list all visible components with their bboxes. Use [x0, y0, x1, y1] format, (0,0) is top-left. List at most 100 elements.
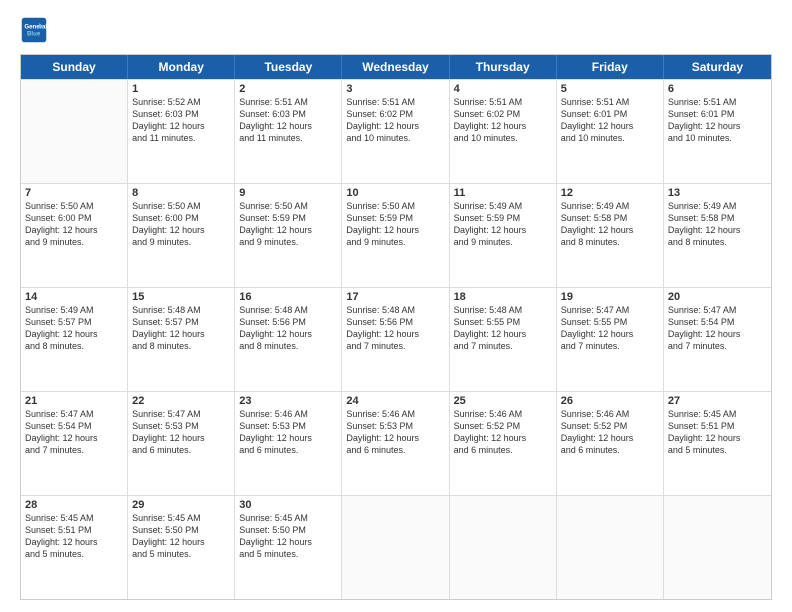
cell-info: Sunrise: 5:45 AM Sunset: 5:51 PM Dayligh…	[668, 408, 767, 457]
cell-info: Sunrise: 5:51 AM Sunset: 6:03 PM Dayligh…	[239, 96, 337, 145]
day-number: 12	[561, 187, 659, 199]
cell-info: Sunrise: 5:45 AM Sunset: 5:50 PM Dayligh…	[239, 512, 337, 561]
cal-cell-4-0: 28Sunrise: 5:45 AM Sunset: 5:51 PM Dayli…	[21, 496, 128, 599]
day-number: 11	[454, 187, 552, 199]
cell-info: Sunrise: 5:51 AM Sunset: 6:01 PM Dayligh…	[561, 96, 659, 145]
cal-cell-3-2: 23Sunrise: 5:46 AM Sunset: 5:53 PM Dayli…	[235, 392, 342, 495]
day-number: 26	[561, 395, 659, 407]
cal-cell-4-2: 30Sunrise: 5:45 AM Sunset: 5:50 PM Dayli…	[235, 496, 342, 599]
day-number: 7	[25, 187, 123, 199]
header-day-monday: Monday	[128, 55, 235, 79]
day-number: 18	[454, 291, 552, 303]
cal-cell-4-3	[342, 496, 449, 599]
day-number: 21	[25, 395, 123, 407]
header-day-saturday: Saturday	[664, 55, 771, 79]
cal-cell-0-2: 2Sunrise: 5:51 AM Sunset: 6:03 PM Daylig…	[235, 80, 342, 183]
cal-cell-3-3: 24Sunrise: 5:46 AM Sunset: 5:53 PM Dayli…	[342, 392, 449, 495]
cal-cell-1-2: 9Sunrise: 5:50 AM Sunset: 5:59 PM Daylig…	[235, 184, 342, 287]
day-number: 24	[346, 395, 444, 407]
cell-info: Sunrise: 5:49 AM Sunset: 5:59 PM Dayligh…	[454, 200, 552, 249]
cell-info: Sunrise: 5:51 AM Sunset: 6:01 PM Dayligh…	[668, 96, 767, 145]
cal-cell-1-3: 10Sunrise: 5:50 AM Sunset: 5:59 PM Dayli…	[342, 184, 449, 287]
cell-info: Sunrise: 5:46 AM Sunset: 5:53 PM Dayligh…	[239, 408, 337, 457]
cal-cell-1-0: 7Sunrise: 5:50 AM Sunset: 6:00 PM Daylig…	[21, 184, 128, 287]
cell-info: Sunrise: 5:48 AM Sunset: 5:57 PM Dayligh…	[132, 304, 230, 353]
calendar-header-row: SundayMondayTuesdayWednesdayThursdayFrid…	[21, 55, 771, 79]
header-day-sunday: Sunday	[21, 55, 128, 79]
cell-info: Sunrise: 5:45 AM Sunset: 5:50 PM Dayligh…	[132, 512, 230, 561]
header-day-thursday: Thursday	[450, 55, 557, 79]
cal-cell-0-5: 5Sunrise: 5:51 AM Sunset: 6:01 PM Daylig…	[557, 80, 664, 183]
cell-info: Sunrise: 5:48 AM Sunset: 5:56 PM Dayligh…	[346, 304, 444, 353]
cal-cell-3-1: 22Sunrise: 5:47 AM Sunset: 5:53 PM Dayli…	[128, 392, 235, 495]
cell-info: Sunrise: 5:50 AM Sunset: 6:00 PM Dayligh…	[132, 200, 230, 249]
cal-cell-4-1: 29Sunrise: 5:45 AM Sunset: 5:50 PM Dayli…	[128, 496, 235, 599]
day-number: 22	[132, 395, 230, 407]
cell-info: Sunrise: 5:46 AM Sunset: 5:52 PM Dayligh…	[561, 408, 659, 457]
day-number: 29	[132, 499, 230, 511]
header-day-tuesday: Tuesday	[235, 55, 342, 79]
header-day-wednesday: Wednesday	[342, 55, 449, 79]
week-row-0: 1Sunrise: 5:52 AM Sunset: 6:03 PM Daylig…	[21, 79, 771, 183]
day-number: 17	[346, 291, 444, 303]
cal-cell-1-5: 12Sunrise: 5:49 AM Sunset: 5:58 PM Dayli…	[557, 184, 664, 287]
cell-info: Sunrise: 5:51 AM Sunset: 6:02 PM Dayligh…	[346, 96, 444, 145]
cell-info: Sunrise: 5:50 AM Sunset: 5:59 PM Dayligh…	[239, 200, 337, 249]
svg-text:General: General	[24, 23, 47, 30]
cal-cell-2-6: 20Sunrise: 5:47 AM Sunset: 5:54 PM Dayli…	[664, 288, 771, 391]
cell-info: Sunrise: 5:50 AM Sunset: 5:59 PM Dayligh…	[346, 200, 444, 249]
cal-cell-1-6: 13Sunrise: 5:49 AM Sunset: 5:58 PM Dayli…	[664, 184, 771, 287]
cell-info: Sunrise: 5:47 AM Sunset: 5:54 PM Dayligh…	[668, 304, 767, 353]
cell-info: Sunrise: 5:46 AM Sunset: 5:52 PM Dayligh…	[454, 408, 552, 457]
cell-info: Sunrise: 5:48 AM Sunset: 5:56 PM Dayligh…	[239, 304, 337, 353]
day-number: 6	[668, 83, 767, 95]
day-number: 30	[239, 499, 337, 511]
day-number: 25	[454, 395, 552, 407]
calendar-body: 1Sunrise: 5:52 AM Sunset: 6:03 PM Daylig…	[21, 79, 771, 599]
cal-cell-0-3: 3Sunrise: 5:51 AM Sunset: 6:02 PM Daylig…	[342, 80, 449, 183]
cell-info: Sunrise: 5:47 AM Sunset: 5:53 PM Dayligh…	[132, 408, 230, 457]
cal-cell-3-0: 21Sunrise: 5:47 AM Sunset: 5:54 PM Dayli…	[21, 392, 128, 495]
cell-info: Sunrise: 5:51 AM Sunset: 6:02 PM Dayligh…	[454, 96, 552, 145]
day-number: 23	[239, 395, 337, 407]
header-day-friday: Friday	[557, 55, 664, 79]
cell-info: Sunrise: 5:52 AM Sunset: 6:03 PM Dayligh…	[132, 96, 230, 145]
cal-cell-4-4	[450, 496, 557, 599]
day-number: 16	[239, 291, 337, 303]
day-number: 9	[239, 187, 337, 199]
cal-cell-2-1: 15Sunrise: 5:48 AM Sunset: 5:57 PM Dayli…	[128, 288, 235, 391]
cal-cell-3-6: 27Sunrise: 5:45 AM Sunset: 5:51 PM Dayli…	[664, 392, 771, 495]
cal-cell-3-5: 26Sunrise: 5:46 AM Sunset: 5:52 PM Dayli…	[557, 392, 664, 495]
day-number: 14	[25, 291, 123, 303]
cal-cell-3-4: 25Sunrise: 5:46 AM Sunset: 5:52 PM Dayli…	[450, 392, 557, 495]
cal-cell-2-3: 17Sunrise: 5:48 AM Sunset: 5:56 PM Dayli…	[342, 288, 449, 391]
cell-info: Sunrise: 5:49 AM Sunset: 5:58 PM Dayligh…	[668, 200, 767, 249]
day-number: 19	[561, 291, 659, 303]
cal-cell-2-2: 16Sunrise: 5:48 AM Sunset: 5:56 PM Dayli…	[235, 288, 342, 391]
day-number: 8	[132, 187, 230, 199]
cell-info: Sunrise: 5:46 AM Sunset: 5:53 PM Dayligh…	[346, 408, 444, 457]
week-row-4: 28Sunrise: 5:45 AM Sunset: 5:51 PM Dayli…	[21, 495, 771, 599]
day-number: 20	[668, 291, 767, 303]
cell-info: Sunrise: 5:47 AM Sunset: 5:54 PM Dayligh…	[25, 408, 123, 457]
day-number: 28	[25, 499, 123, 511]
cal-cell-4-5	[557, 496, 664, 599]
cal-cell-0-1: 1Sunrise: 5:52 AM Sunset: 6:03 PM Daylig…	[128, 80, 235, 183]
cell-info: Sunrise: 5:48 AM Sunset: 5:55 PM Dayligh…	[454, 304, 552, 353]
day-number: 13	[668, 187, 767, 199]
cal-cell-0-0	[21, 80, 128, 183]
cal-cell-1-4: 11Sunrise: 5:49 AM Sunset: 5:59 PM Dayli…	[450, 184, 557, 287]
header: General Blue	[20, 16, 772, 44]
day-number: 1	[132, 83, 230, 95]
cal-cell-1-1: 8Sunrise: 5:50 AM Sunset: 6:00 PM Daylig…	[128, 184, 235, 287]
day-number: 2	[239, 83, 337, 95]
cal-cell-2-4: 18Sunrise: 5:48 AM Sunset: 5:55 PM Dayli…	[450, 288, 557, 391]
cal-cell-2-0: 14Sunrise: 5:49 AM Sunset: 5:57 PM Dayli…	[21, 288, 128, 391]
cell-info: Sunrise: 5:49 AM Sunset: 5:58 PM Dayligh…	[561, 200, 659, 249]
day-number: 4	[454, 83, 552, 95]
logo-icon: General Blue	[20, 16, 48, 44]
week-row-3: 21Sunrise: 5:47 AM Sunset: 5:54 PM Dayli…	[21, 391, 771, 495]
calendar: SundayMondayTuesdayWednesdayThursdayFrid…	[20, 54, 772, 600]
week-row-1: 7 Sunrise: 5:50 AM Sunset: 6:00 PM Daylig…	[21, 183, 771, 287]
cal-cell-4-6	[664, 496, 771, 599]
